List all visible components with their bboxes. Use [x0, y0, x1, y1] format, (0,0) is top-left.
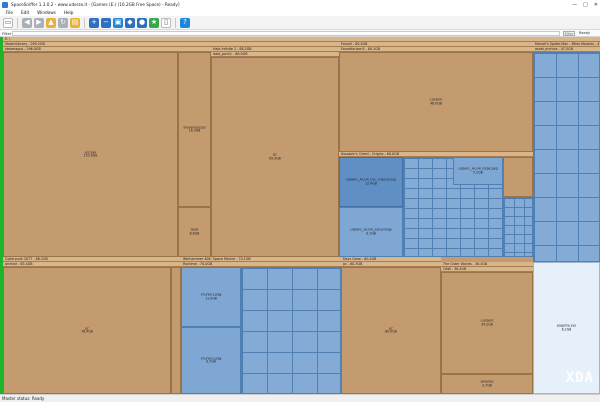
block-label: Binaries 3.7GB [480, 380, 494, 387]
treemap-block-ac-files-2[interactable] [503, 197, 533, 257]
block-label: pagefile.sys 8.2GB [556, 324, 577, 331]
block-label: DataPC_ACOR_Zone.forge 9.1GB [350, 228, 392, 235]
treemap-block-warhammer-chunks[interactable] [241, 267, 341, 394]
filter-label: Filter [2, 30, 12, 36]
filter-bar: Filter Filter Ready [0, 30, 600, 37]
star-icon[interactable]: ★ [149, 17, 159, 28]
shield-icon[interactable]: ◆ [125, 17, 135, 28]
filter-button[interactable]: Filter [563, 30, 575, 36]
title-bar: SpaceSniffer 1.3.0.2 - www.uderzo.it - [… [0, 0, 600, 9]
treemap-block-shoverlay[interactable]: shoverlayclpd 16.3GB [178, 52, 211, 207]
zoom-out-icon[interactable]: − [101, 17, 111, 28]
treemap-block-ac-a[interactable]: DataPC_ACOR_DLC_FileListDup 12.4GB [339, 157, 403, 207]
window-title: SpaceSniffer 1.3.0.2 - www.uderzo.it - [… [11, 2, 180, 7]
open-folder-icon[interactable]: ▤ [70, 17, 80, 28]
filter-input[interactable] [12, 30, 560, 36]
treemap-block-cyberpunk-small[interactable] [171, 267, 181, 394]
treemap-block-spiderman-assets[interactable] [533, 52, 600, 262]
treemap-block-outerworlds-content[interactable]: Content 34.2GB [441, 272, 533, 374]
block-label: pc 76.4GB [81, 326, 93, 334]
forward-icon[interactable]: ▶ [34, 17, 44, 28]
treemap-block-halo[interactable]: pc 65.9GB [211, 57, 339, 257]
block-label: chunk01.pkg 11.0GB [200, 293, 222, 300]
menu-file[interactable]: File [4, 10, 15, 15]
menu-bar: File Edit Windows Help [0, 9, 600, 16]
app-icon [2, 1, 8, 8]
treemap-block-daysgone[interactable]: pc 60.0GB [341, 267, 441, 394]
block-label: shoverlayclpd 16.3GB [183, 125, 206, 133]
block-label: Content 48.0GB [429, 98, 443, 105]
treemap-block-warhammer-1[interactable]: chunk01.pkg 11.0GB [181, 267, 241, 327]
toolbar: ▭ ◀ ▶ ▲ ↻ ▤ + − ▣ ◆ ● ★ ▯ ? [0, 16, 600, 30]
treemap-block-tools[interactable]: tools 8.8GB [178, 207, 211, 257]
treemap-block-ac-d[interactable] [503, 157, 533, 197]
zoom-in-icon[interactable]: + [89, 17, 99, 28]
menu-windows[interactable]: Windows [35, 10, 58, 15]
close-button[interactable]: ✕ [594, 2, 598, 8]
treemap-block-outerworlds-binaries[interactable]: Binaries 3.7GB [441, 374, 533, 394]
new-scan-icon[interactable]: ▭ [3, 17, 13, 28]
block-label: pc 60.0GB [385, 326, 397, 334]
maximize-button[interactable]: □ [583, 2, 588, 8]
filter-status: Ready [579, 31, 591, 35]
spacesniffer-window: SpaceSniffer 1.3.0.2 - www.uderzo.it - [… [0, 0, 600, 402]
treemap-block-forza[interactable]: Content 48.0GB [339, 52, 533, 152]
block-label: DataPC_ACOR_forge.pkg 5.2GB [458, 167, 498, 174]
block-label: DataPC_ACOR_DLC_FileListDup 12.4GB [346, 178, 396, 185]
minimize-button[interactable]: — [572, 2, 577, 8]
status-bar: Master status: Ready [0, 394, 600, 402]
block-label: tools 8.8GB [189, 228, 200, 235]
xda-watermark: XDA [565, 370, 594, 386]
up-icon[interactable]: ▲ [46, 17, 56, 28]
block-label: archive 153.6GB [83, 150, 98, 158]
help-icon[interactable]: ? [180, 17, 190, 28]
block-label: Content 34.2GB [480, 319, 494, 326]
treemap[interactable]: E: \ SteamLibrary - 299.2GB steamapps - … [3, 37, 600, 394]
treemap-block-archive[interactable]: archive 153.6GB [3, 52, 178, 257]
network-icon[interactable]: ● [137, 17, 147, 28]
treemap-block-ac-b[interactable]: DataPC_ACOR_Zone.forge 9.1GB [339, 207, 403, 257]
refresh-icon[interactable]: ↻ [58, 17, 68, 28]
block-label: chunk02.pkg 9.7GB [200, 356, 222, 364]
menu-edit[interactable]: Edit [19, 10, 31, 15]
treemap-block-ac-c[interactable]: DataPC_ACOR_forge.pkg 5.2GB [453, 157, 503, 185]
drive-icon[interactable]: ▣ [113, 17, 123, 28]
file-icon[interactable]: ▯ [161, 17, 171, 28]
treemap-block-cyberpunk[interactable]: pc 76.4GB [3, 267, 171, 394]
block-label: pc 65.9GB [269, 153, 281, 160]
menu-help[interactable]: Help [62, 10, 76, 15]
back-icon[interactable]: ◀ [22, 17, 32, 28]
treemap-block-warhammer-2[interactable]: chunk02.pkg 9.7GB [181, 327, 241, 394]
